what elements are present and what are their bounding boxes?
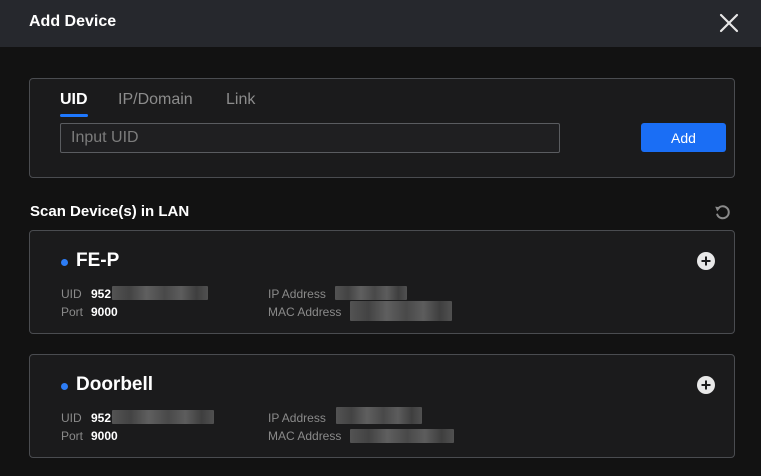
tab-uid-label: UID: [60, 91, 88, 108]
tab-link[interactable]: Link: [226, 91, 255, 109]
ip-address-label: IP Address: [268, 411, 326, 425]
uid-redacted: [112, 410, 214, 424]
device-card: Doorbell UID 952 Port 9000 IP Address MA…: [29, 354, 735, 458]
close-icon[interactable]: [716, 10, 742, 36]
dialog-title: Add Device: [29, 13, 117, 30]
uid-value: 952: [91, 411, 112, 425]
uid-label: UID: [61, 411, 82, 425]
status-dot: [61, 259, 68, 266]
device-card: FE-P UID 952 Port 9000 IP Address MAC Ad…: [29, 230, 735, 334]
tab-ip-domain[interactable]: IP/Domain: [118, 91, 193, 109]
device-name: FE-P: [76, 250, 120, 271]
refresh-icon[interactable]: [713, 202, 733, 222]
ip-address-redacted: [336, 407, 422, 424]
tab-ip-domain-label: IP/Domain: [118, 91, 193, 108]
add-button[interactable]: Add: [641, 123, 726, 152]
port-label: Port: [61, 429, 84, 443]
port-value: 9000: [91, 429, 118, 443]
device-name: Doorbell: [76, 374, 154, 395]
dialog-header: Add Device: [0, 0, 761, 47]
uid-redacted: [112, 286, 208, 300]
ip-address-label: IP Address: [268, 287, 326, 301]
active-tab-indicator: [60, 114, 88, 117]
mac-address-label: MAC Address: [268, 429, 342, 443]
mac-address-redacted: [350, 429, 454, 443]
scan-section-title: Scan Device(s) in LAN: [30, 203, 190, 220]
uid-value: 952: [91, 287, 112, 301]
port-label: Port: [61, 305, 84, 319]
mac-address-label: MAC Address: [268, 305, 342, 319]
tab-uid[interactable]: UID: [60, 91, 88, 117]
uid-label: UID: [61, 287, 82, 301]
tab-link-label: Link: [226, 91, 256, 108]
status-dot: [61, 383, 68, 390]
port-value: 9000: [91, 305, 118, 319]
uid-input[interactable]: [60, 123, 560, 153]
add-by-uid-panel: UID IP/Domain Link Add: [29, 78, 735, 178]
ip-address-redacted: [335, 286, 407, 300]
add-device-plus-icon[interactable]: [696, 375, 716, 395]
add-device-plus-icon[interactable]: [696, 251, 716, 271]
mac-address-redacted: [350, 301, 452, 321]
